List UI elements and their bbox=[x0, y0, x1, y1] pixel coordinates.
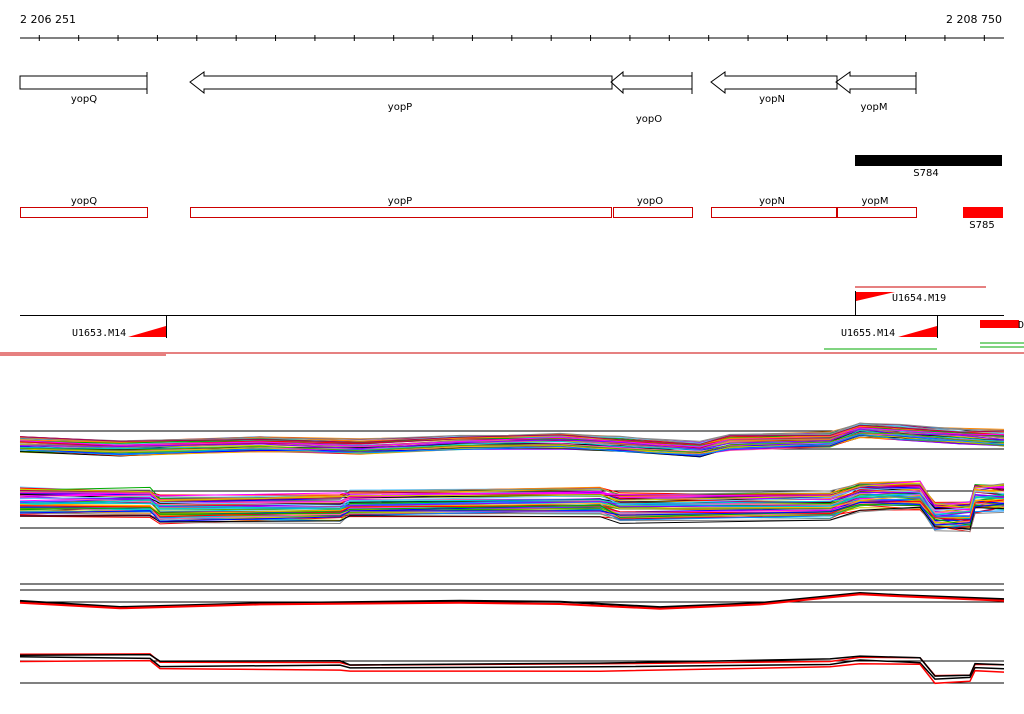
cds-yopP[interactable]: yopP bbox=[190, 196, 612, 218]
summary-panel-2 bbox=[19, 653, 1005, 685]
region-S784[interactable]: S784 bbox=[855, 155, 1002, 179]
gene-yopP[interactable]: yopP bbox=[189, 71, 613, 113]
genome-browser-view[interactable]: yopQ yopP yopO yopN yopM S784 yopQ yopP bbox=[0, 0, 1024, 714]
region-label: S784 bbox=[913, 168, 938, 179]
cds-label: yopN bbox=[759, 196, 785, 207]
marker-label: U1655.M14 bbox=[841, 328, 895, 339]
expression-panel-1 bbox=[19, 422, 1005, 458]
gene-label: yopQ bbox=[71, 94, 97, 105]
gene-label: yopM bbox=[860, 102, 887, 113]
gene-label: yopO bbox=[636, 114, 662, 125]
gene-yopN[interactable]: yopN bbox=[710, 71, 838, 105]
marker-U1654-M19[interactable]: U1654.M19 bbox=[855, 291, 947, 316]
gene-yopM[interactable]: yopM bbox=[835, 71, 917, 113]
cds-label: yopM bbox=[861, 196, 888, 207]
cds-label: yopQ bbox=[71, 196, 97, 207]
marker-U1655-M14[interactable]: U1655.M14 bbox=[841, 316, 938, 339]
marker-label: U1653.M14 bbox=[72, 328, 126, 339]
marker-track[interactable]: U1654.M19 U1653.M14 U1655.M14 D bbox=[0, 286, 1024, 356]
cds-label: yopP bbox=[388, 196, 412, 207]
gene-label: yopN bbox=[759, 94, 785, 105]
marker-label: D bbox=[1018, 320, 1024, 331]
marker-U1653-M14[interactable]: U1653.M14 bbox=[72, 316, 167, 339]
region-S785[interactable]: S785 bbox=[963, 207, 1003, 231]
expression-panel-2 bbox=[19, 480, 1005, 533]
gene-label: yopP bbox=[388, 102, 412, 113]
marker-label: U1654.M19 bbox=[892, 293, 946, 304]
cds-yopM[interactable]: yopM bbox=[837, 196, 917, 218]
cds-yopN[interactable]: yopN bbox=[711, 196, 837, 218]
cds-yopO[interactable]: yopO bbox=[613, 196, 693, 218]
gene-yopO[interactable]: yopO bbox=[610, 70, 693, 125]
coordinate-ruler bbox=[20, 35, 1004, 41]
gene-track[interactable]: yopQ yopP yopO yopN yopM bbox=[19, 70, 917, 125]
gene-yopQ[interactable]: yopQ bbox=[19, 72, 148, 105]
marker-D[interactable]: D bbox=[980, 320, 1024, 331]
cds-track[interactable]: yopQ yopP yopO yopN yopM S785 bbox=[20, 196, 1004, 231]
cds-label: yopO bbox=[637, 196, 663, 207]
cds-yopQ[interactable]: yopQ bbox=[20, 196, 148, 218]
region-label: S785 bbox=[969, 220, 994, 231]
summary-panel-1 bbox=[19, 583, 1005, 610]
